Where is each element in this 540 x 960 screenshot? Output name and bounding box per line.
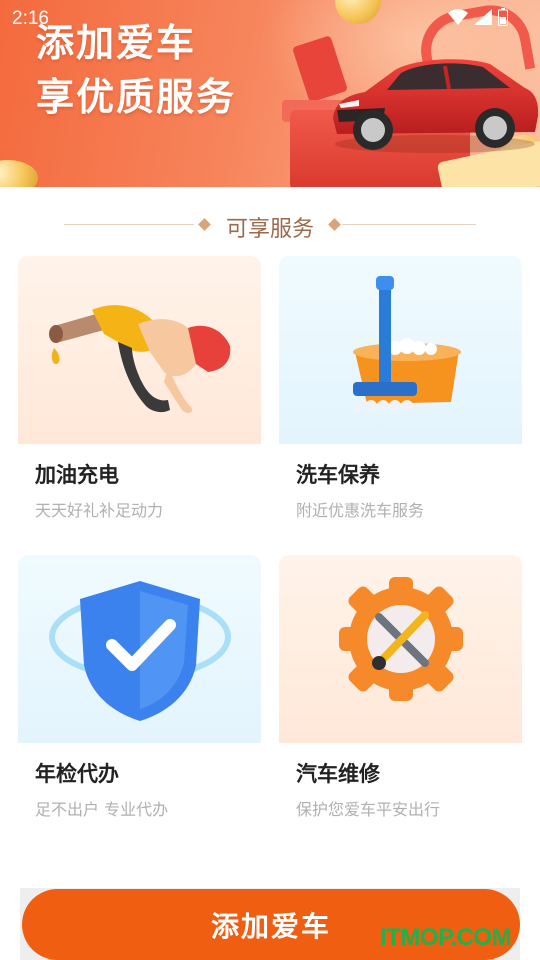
banner-title: 添加爱车 享优质服务	[36, 16, 236, 124]
divider-line	[342, 224, 476, 225]
battery-icon	[498, 8, 508, 26]
promo-banner: 2:16 添加爱车 享优质服务	[0, 0, 540, 187]
wash-card-art	[279, 256, 522, 444]
fuel-card-art	[18, 256, 261, 444]
service-subtitle: 足不出户 专业代办	[35, 800, 169, 819]
shield-check-icon	[49, 581, 231, 721]
red-car-icon	[333, 59, 539, 153]
service-title: 洗车保养	[296, 463, 380, 487]
service-title: 年检代办	[35, 762, 119, 786]
service-title: 加油充电	[35, 463, 119, 487]
status-icons	[448, 8, 508, 26]
service-card-fuel[interactable]: 加油充电 天天好礼补足动力	[18, 256, 261, 526]
service-subtitle: 附近优惠洗车服务	[296, 501, 425, 520]
banner-title-line2: 享优质服务	[36, 75, 237, 119]
site-watermark: ITMOP.COM	[380, 924, 512, 951]
section-title: 可享服务	[225, 217, 314, 242]
service-subtitle: 天天好礼补足动力	[35, 501, 164, 520]
banner-title-line1: 添加爱车	[36, 21, 197, 65]
diamond-decoration	[198, 218, 211, 231]
service-title: 汽车维修	[296, 762, 380, 786]
signal-icon	[474, 9, 492, 25]
gold-coin-decoration	[0, 160, 38, 187]
car-wash-mop-icon	[353, 276, 461, 412]
divider-line	[64, 224, 194, 225]
service-subtitle: 保护您爱车平安出行	[296, 800, 441, 819]
diamond-decoration	[328, 218, 341, 231]
wifi-icon	[448, 9, 468, 25]
repair-gear-tools-icon	[339, 577, 463, 701]
inspection-card-art	[18, 555, 261, 743]
service-card-repair[interactable]: 汽车维修 保护您爱车平安出行	[279, 555, 522, 825]
repair-card-art	[279, 555, 522, 743]
service-card-wash[interactable]: 洗车保养 附近优惠洗车服务	[279, 256, 522, 526]
section-heading: 可享服务	[0, 207, 540, 243]
service-card-inspection[interactable]: 年检代办 足不出户 专业代办	[18, 555, 261, 825]
fuel-nozzle-icon	[49, 305, 231, 413]
